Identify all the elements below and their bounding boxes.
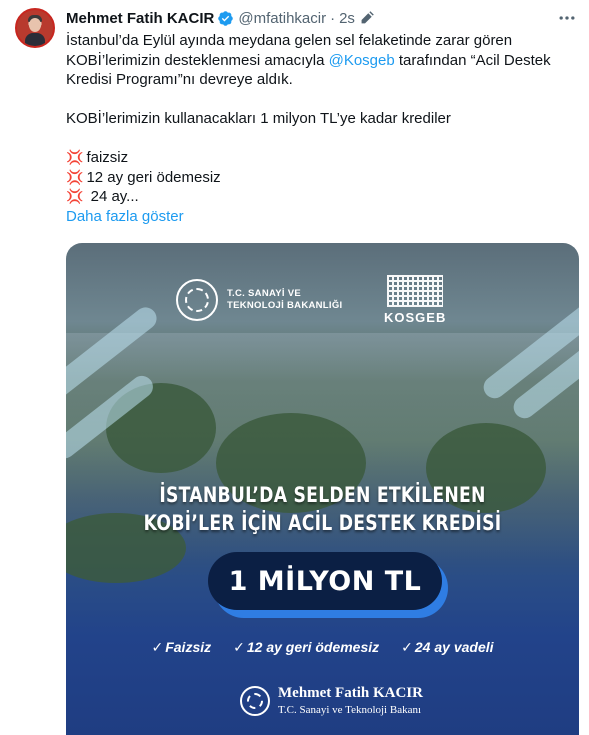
tweet-header: Mehmet Fatih KACIR @mfatihkacir · 2s	[66, 8, 577, 28]
tweet-text-fragment: tarafından “Acil Destek	[394, 51, 551, 69]
kosgeb-name: KOSGEB	[384, 310, 447, 325]
headline-line: İSTANBUL’DA SELDEN ETKİLENEN	[159, 483, 486, 507]
tweet-text-line: İstanbul’da Eylül ayında meydana gelen s…	[66, 32, 513, 49]
bullet-line: 💢 12 ay geri ödemesiz	[66, 168, 578, 188]
feature-item: ✓ 24 ay vadeli	[401, 639, 493, 656]
signer-name: Mehmet Fatih KACIR	[278, 685, 423, 701]
separator: ·	[330, 9, 336, 27]
show-more-link[interactable]: Daha fazla göster	[66, 208, 184, 225]
bullet-line: 💢 faizsiz	[66, 148, 578, 168]
feature-text: 24 ay vadeli	[414, 639, 494, 655]
ministry-line: TEKNOLOJİ BAKANLIĞI	[227, 300, 343, 311]
signer-title: T.C. Sanayi ve Teknoloji Bakanı	[278, 704, 422, 716]
kosgeb-logo: KOSGEB	[384, 275, 446, 325]
feature-item: ✓ Faizsiz	[151, 639, 211, 656]
mention-link[interactable]: @Kosgeb	[329, 52, 395, 69]
verified-badge-icon	[218, 10, 234, 26]
tweet-text: İstanbul’da Eylül ayında meydana gelen s…	[66, 31, 578, 226]
check-icon: ✓	[151, 639, 164, 655]
signer-text: Mehmet Fatih KACIR T.C. Sanayi ve Teknol…	[278, 685, 423, 716]
author-avatar[interactable]	[15, 8, 55, 48]
amount-text: 1 MİLYON TL	[228, 565, 422, 597]
feature-text: 12 ay geri ödemesiz	[246, 639, 380, 655]
check-icon: ✓	[233, 639, 245, 655]
anger-symbol-icon: 💢	[66, 188, 84, 204]
ministry-name: T.C. SANAYİ VE TEKNOLOJİ BAKANLIĞI	[227, 288, 342, 312]
media-headline: İSTANBUL’DA SELDEN ETKİLENEN KOBİ’LER İÇ…	[112, 481, 533, 537]
tweet-time[interactable]: 2s	[339, 10, 355, 27]
kosgeb-logo-icon	[387, 275, 444, 307]
avatar-face	[29, 18, 41, 32]
tweet-text-line: KOBİ’lerimizin desteklenmesi amacıyla @K…	[66, 51, 578, 71]
anger-symbol-icon: 💢	[66, 149, 84, 165]
tweet-text-line: Kredisi Programı”nı devreye aldık.	[66, 71, 293, 88]
bullet-text: 24 ay...	[86, 188, 139, 205]
author-handle[interactable]: @mfatihkacir	[238, 10, 326, 27]
feature-text: Faizsiz	[165, 639, 212, 655]
amount-pill: 1 MİLYON TL	[208, 552, 442, 610]
more-icon[interactable]	[557, 8, 577, 28]
ministry-seal-icon	[176, 279, 218, 321]
feature-list: ✓ Faizsiz ✓ 12 ay geri ödemesiz ✓ 24 ay vad…	[66, 639, 579, 656]
bullet-text: faizsiz	[86, 149, 129, 166]
ministry-logo: T.C. SANAYİ VE TEKNOLOJİ BAKANLIĞI	[176, 279, 342, 321]
ministry-seal-icon	[240, 685, 270, 716]
ministry-line: T.C. SANAYİ VE	[227, 288, 302, 299]
signer-block: Mehmet Fatih KACIR T.C. Sanayi ve Teknol…	[240, 685, 423, 716]
tweet-text-line: KOBİ’lerimizin kullanacakları 1 milyon T…	[66, 110, 451, 127]
headline-line: KOBİ’LER İÇİN ACİL DESTEK KREDİSİ	[143, 511, 502, 535]
feature-item: ✓ 12 ay geri ödemesiz	[233, 639, 379, 656]
bullet-text: 12 ay geri ödemesiz	[86, 168, 221, 186]
anger-symbol-icon: 💢	[66, 168, 84, 185]
author-name[interactable]: Mehmet Fatih KACIR	[66, 10, 214, 27]
tweet-text-fragment: KOBİ’lerimizin desteklenmesi amacıyla	[66, 51, 329, 69]
show-more-line: Daha fazla göster	[66, 207, 578, 227]
edit-icon[interactable]	[360, 11, 374, 25]
tweet-media-image[interactable]: T.C. SANAYİ VE TEKNOLOJİ BAKANLIĞI KOSGE…	[66, 243, 579, 735]
check-icon: ✓	[401, 639, 413, 655]
avatar-suit	[25, 33, 45, 46]
bullet-line: 💢 24 ay...	[66, 187, 578, 207]
